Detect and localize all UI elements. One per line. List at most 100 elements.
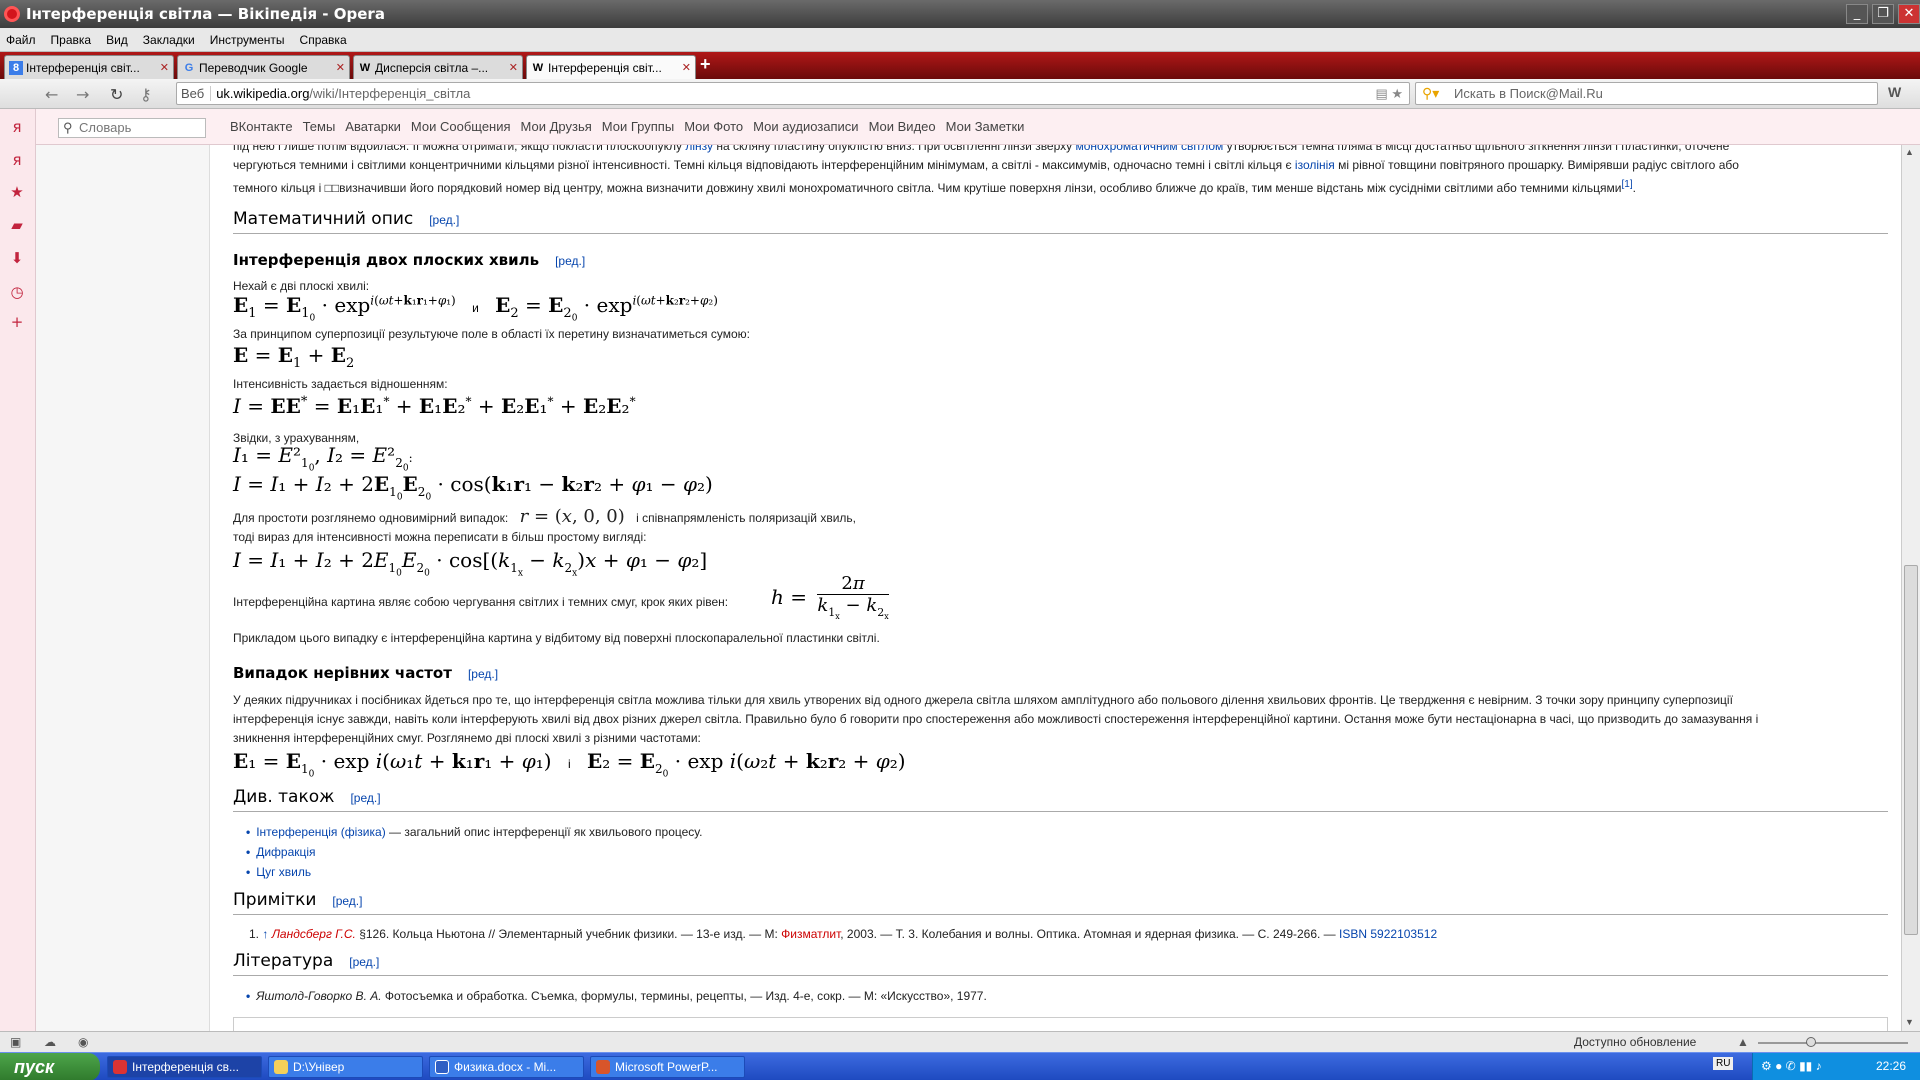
link-wave-train[interactable]: Цуг хвиль bbox=[256, 865, 311, 879]
scroll-down-icon[interactable]: ▼ bbox=[1905, 1017, 1914, 1027]
taskbar-item-opera[interactable]: Інтерференція св... bbox=[107, 1056, 262, 1078]
link-author[interactable]: Ландсберг Г.С. bbox=[272, 927, 356, 941]
ref-1-link[interactable]: [1] bbox=[1622, 179, 1633, 190]
text-pattern: Інтерференційна картина являє собою черг… bbox=[233, 595, 729, 609]
widgets-icon[interactable]: W bbox=[1888, 84, 1908, 104]
heading-unequal: Випадок нерівних частот [ред.] bbox=[233, 664, 499, 682]
tab-dispersion[interactable]: W Дисперсія світла –... ✕ bbox=[353, 55, 523, 79]
address-field[interactable]: Веб uk.wikipedia.org/wiki/Інтерференція_… bbox=[176, 82, 1410, 105]
update-available[interactable]: Доступно обновление bbox=[1574, 1035, 1696, 1049]
text-intensity: Інтенсивність задається відношенням: bbox=[233, 377, 448, 391]
bookmarks-star-icon[interactable]: ★ bbox=[8, 183, 26, 201]
history-icon[interactable]: ◷ bbox=[8, 283, 26, 301]
minimize-button[interactable]: _ bbox=[1846, 4, 1868, 24]
add-panel-icon[interactable]: + bbox=[8, 313, 26, 331]
formula-unequal: E₁ = E10 · exp i(ω₁t + k₁r₁ + φ₁) і E₂ =… bbox=[233, 749, 906, 780]
new-tab-button[interactable]: + bbox=[700, 54, 711, 75]
bookmark-link[interactable]: Мои Группы bbox=[602, 119, 674, 134]
tray-icons[interactable]: ⚙ ● ✆ ▮▮ ♪ bbox=[1761, 1059, 1822, 1073]
tab-interference-active[interactable]: W Інтерференція світ... ✕ bbox=[526, 55, 696, 79]
link-isoline[interactable]: ізолінія bbox=[1295, 158, 1335, 172]
notes-icon[interactable]: ▰ bbox=[8, 216, 26, 234]
bookmark-link[interactable]: Мои Сообщения bbox=[411, 119, 511, 134]
key-icon[interactable]: ⚷ bbox=[140, 85, 152, 104]
panel-toggle-icon[interactable]: ▣ bbox=[10, 1035, 21, 1049]
zoom-slider[interactable] bbox=[1758, 1037, 1908, 1047]
bookmark-link[interactable]: Мои Друзья bbox=[521, 119, 592, 134]
link-monochromatic[interactable]: монохроматичним світлом bbox=[1075, 145, 1223, 153]
yandex-icon[interactable]: я bbox=[8, 118, 26, 136]
bookmark-link[interactable]: Мои Заметки bbox=[946, 119, 1025, 134]
bookmark-link[interactable]: Мои Фото bbox=[684, 119, 743, 134]
downloads-icon[interactable]: ⬇ bbox=[8, 249, 26, 267]
tab-google-translate[interactable]: G Переводчик Google ✕ bbox=[177, 55, 350, 79]
start-button[interactable]: пуск bbox=[0, 1053, 100, 1080]
bookmark-link[interactable]: Мои Видео bbox=[869, 119, 936, 134]
article-content: під нею і лише потім відбилася. Її можна… bbox=[211, 145, 1901, 1031]
close-button[interactable]: ✕ bbox=[1898, 4, 1920, 24]
link-diffraction[interactable]: Дифракція bbox=[256, 845, 315, 859]
web-badge: Веб bbox=[177, 86, 212, 101]
edit-link[interactable]: [ред.] bbox=[429, 213, 459, 227]
zoom-handle[interactable] bbox=[1806, 1037, 1816, 1047]
back-icon[interactable]: ← bbox=[45, 85, 58, 104]
search-field[interactable]: ⚲▾ Искать в Поиск@Mail.Ru bbox=[1415, 82, 1878, 105]
page-scrollbar[interactable]: ▲ ▼ bbox=[1901, 145, 1920, 1031]
tab-close-icon[interactable]: ✕ bbox=[160, 61, 169, 74]
bookmark-link[interactable]: Темы bbox=[303, 119, 336, 134]
taskbar-item-powerpoint[interactable]: Microsoft PowerP... bbox=[590, 1056, 745, 1078]
link-publisher[interactable]: Физматлит bbox=[781, 927, 840, 941]
tab-close-icon[interactable]: ✕ bbox=[682, 61, 691, 74]
bookmark-link[interactable]: Аватарки bbox=[345, 119, 401, 134]
scroll-up-icon[interactable]: ▲ bbox=[1905, 147, 1914, 157]
dictionary-input[interactable]: ⚲ Словарь bbox=[58, 118, 206, 138]
back-ref-link[interactable]: ↑ bbox=[262, 927, 268, 941]
side-panel: я я ★ ▰ ⬇ ◷ + bbox=[0, 109, 36, 1031]
edit-link[interactable]: [ред.] bbox=[468, 667, 498, 681]
wiki-sidebar-area bbox=[36, 145, 210, 1031]
scroll-thumb[interactable] bbox=[1904, 565, 1918, 935]
bookmark-link[interactable]: ВКонтакте bbox=[230, 119, 293, 134]
tab-label: Переводчик Google bbox=[199, 60, 308, 75]
cloud-icon[interactable]: ☁ bbox=[44, 1035, 56, 1049]
tab-close-icon[interactable]: ✕ bbox=[336, 61, 345, 74]
text-unequal-3: зникнення інтерференційних смуг. Розглян… bbox=[233, 731, 701, 745]
edit-link[interactable]: [ред.] bbox=[555, 254, 585, 268]
tab-close-icon[interactable]: ✕ bbox=[509, 61, 518, 74]
tab-label: Дисперсія світла –... bbox=[375, 60, 489, 75]
menu-edit[interactable]: Правка bbox=[51, 33, 92, 47]
bookmark-star-icon[interactable]: ▤ ★ bbox=[1375, 86, 1403, 102]
link-lens[interactable]: лінзу bbox=[685, 145, 713, 153]
speed-dial-icon[interactable]: ◉ bbox=[78, 1035, 88, 1049]
edit-link[interactable]: [ред.] bbox=[350, 791, 380, 805]
language-indicator[interactable]: RU bbox=[1713, 1057, 1734, 1070]
reload-icon[interactable]: ↻ bbox=[110, 85, 123, 104]
tab-interference-1[interactable]: 8 Інтерференція світ... ✕ bbox=[4, 55, 174, 79]
link-interference-physics[interactable]: Інтерференція (фізика) bbox=[256, 825, 386, 839]
edit-link[interactable]: [ред.] bbox=[332, 894, 362, 908]
update-arrow-icon[interactable]: ▲ bbox=[1737, 1035, 1749, 1049]
taskbar-item-folder[interactable]: D:\Універ bbox=[268, 1056, 423, 1078]
menu-view[interactable]: Вид bbox=[106, 33, 128, 47]
menu-file[interactable]: Файл bbox=[6, 33, 36, 47]
menu-bookmarks[interactable]: Закладки bbox=[143, 33, 195, 47]
list-item: • Інтерференція (фізика) — загальний опис… bbox=[246, 825, 703, 839]
restore-button[interactable]: ❐ bbox=[1872, 4, 1894, 24]
text-unequal-2: інтерференція існує завжди, навіть коли … bbox=[233, 712, 1759, 726]
window-titlebar: Інтерференція світла — Вікіпедія - Opera… bbox=[0, 0, 1920, 28]
menu-help[interactable]: Справка bbox=[300, 33, 347, 47]
menu-tools[interactable]: Инструменты bbox=[210, 33, 285, 47]
heading-see-also: Див. також [ред.] bbox=[233, 787, 1888, 812]
url-path: /wiki/Інтерференція_світла bbox=[309, 86, 471, 101]
taskbar-item-word[interactable]: Физика.docx - Mi... bbox=[429, 1056, 584, 1078]
search-engine-icon[interactable]: ⚲▾ bbox=[1422, 85, 1439, 102]
forward-icon[interactable]: → bbox=[76, 85, 89, 104]
menu-bar: Файл Правка Вид Закладки Инструменты Спр… bbox=[0, 28, 1920, 52]
text-one-dim: Для простоти розглянемо одновимірний вип… bbox=[233, 506, 856, 527]
lit-item: • Яштолд-Говорко В. А. Фотосъемка и обраб… bbox=[246, 989, 987, 1003]
bookmark-link[interactable]: Мои аудиозаписи bbox=[753, 119, 858, 134]
edit-link[interactable]: [ред.] bbox=[349, 955, 379, 969]
bookmark-links: ВКонтакте Темы Аватарки Мои Сообщения Мо… bbox=[230, 119, 1034, 134]
yandex-mail-icon[interactable]: я bbox=[8, 151, 26, 169]
link-isbn[interactable]: ISBN 5922103512 bbox=[1339, 927, 1437, 941]
